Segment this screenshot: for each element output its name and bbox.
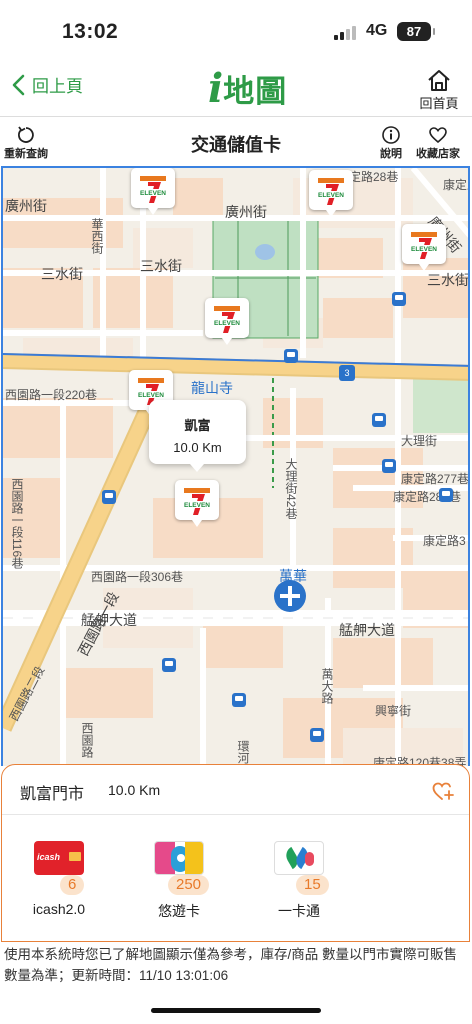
home-label: 回首頁 — [419, 96, 459, 111]
store-panel-header: 凱富門市 10.0 Km — [2, 765, 469, 815]
bus-stop-icon — [102, 490, 116, 504]
card-item-icash[interactable]: icash 6 icash2.0 — [14, 841, 104, 917]
street-label: 康定路3 — [423, 534, 466, 548]
back-label: 回上頁 — [32, 77, 83, 96]
store-pin-selected[interactable]: ELEVEN — [175, 480, 219, 527]
store-panel: 凱富門市 10.0 Km icash 6 icash2.0 250 悠遊卡 15… — [1, 764, 470, 942]
card-item-easycard[interactable]: 250 悠遊卡 — [134, 841, 224, 919]
svg-text:ELEVEN: ELEVEN — [411, 246, 437, 253]
street-label: 西園路一段306巷 — [91, 570, 184, 584]
app-logo: i 地圖 — [208, 66, 287, 111]
card-name: 一卡通 — [278, 903, 320, 919]
street-label: 大理街 — [401, 434, 438, 448]
svg-text:ELEVEN: ELEVEN — [318, 192, 344, 199]
chevron-left-icon — [12, 74, 25, 95]
status-time: 13:02 — [62, 20, 119, 43]
popup-store-name: 凱富 — [184, 418, 211, 433]
help-label: 說明 — [380, 148, 402, 160]
svg-text:ELEVEN: ELEVEN — [138, 392, 164, 399]
street-label: 西園路一段116巷 — [10, 478, 24, 570]
card-count: 15 — [296, 875, 329, 895]
seven-eleven-logo-icon: ELEVEN — [212, 306, 242, 333]
bus-stop-icon — [392, 292, 406, 306]
svg-text:ELEVEN: ELEVEN — [184, 502, 210, 509]
disclaimer-text: 使用本系統時您已了解地圖顯示僅為參考，庫存/商品 數量以門市實際可販售數量為準；… — [4, 947, 458, 983]
street-label: 西園路一段220巷 — [5, 388, 98, 402]
help-button[interactable]: 說明 — [380, 125, 402, 161]
store-distance: 10.0 Km — [108, 782, 161, 798]
battery-icon: 87 — [397, 22, 435, 41]
bus-stop-icon — [284, 349, 298, 363]
popup-distance: 10.0 Km — [173, 440, 222, 455]
bus-stop-icon — [372, 413, 386, 427]
store-pin[interactable]: ELEVEN — [205, 298, 249, 345]
seven-eleven-logo-icon: ELEVEN — [316, 178, 346, 205]
bus-stop-icon — [162, 658, 176, 672]
bus-stop-icon — [439, 488, 453, 502]
street-label: 康定路 — [443, 178, 468, 192]
card-count: 250 — [168, 875, 210, 895]
bus-stop-icon — [382, 459, 396, 473]
store-pin[interactable]: ELEVEN — [131, 168, 175, 215]
easycard-icon — [154, 841, 204, 875]
logo-text: 地圖 — [223, 74, 288, 109]
seven-eleven-logo-icon: ELEVEN — [138, 176, 168, 203]
metro-station-label: 龍山寺 — [191, 380, 233, 396]
svg-text:ELEVEN: ELEVEN — [140, 190, 166, 197]
store-pin[interactable]: ELEVEN — [309, 170, 353, 217]
home-icon — [428, 70, 450, 91]
logo-mark: i — [208, 64, 224, 112]
signal-icon — [334, 26, 356, 40]
street-label: 康定路277巷 — [401, 472, 470, 486]
street-label: 三水街 — [41, 266, 83, 282]
store-pin[interactable]: ELEVEN — [402, 224, 446, 271]
seven-eleven-logo-icon: ELEVEN — [409, 232, 439, 259]
favorite-stores-button[interactable]: 收藏店家 — [416, 125, 460, 161]
card-name: icash2.0 — [32, 901, 86, 917]
metro-station-icon — [274, 580, 306, 612]
street-label: 三水街 — [140, 258, 182, 274]
street-label: 廣州街 — [225, 204, 267, 220]
home-indicator — [151, 1008, 321, 1013]
network-type: 4G — [366, 22, 388, 39]
card-list: icash 6 icash2.0 250 悠遊卡 15 一卡通 — [2, 815, 469, 941]
map-view[interactable]: 康定路28巷 康定路 廣州街 廣州街 廣州街 三水街 三水街 三水街 華西街 西… — [1, 166, 470, 766]
street-label: 廣州街 — [5, 198, 47, 214]
store-popup[interactable]: 凱富 10.0 Km — [149, 400, 246, 472]
street-label: 萬大路 — [320, 668, 334, 704]
street-label: 艋舺大道 — [339, 622, 395, 638]
seven-eleven-logo-icon: ELEVEN — [182, 488, 212, 515]
home-button[interactable]: 回首頁 — [414, 68, 464, 112]
store-name: 凱富門市 — [20, 786, 85, 803]
map-base — [3, 168, 468, 766]
top-nav: 回上頁 i 地圖 回首頁 — [0, 62, 472, 116]
card-name: 悠遊卡 — [158, 903, 200, 919]
street-label: 西園路 — [80, 722, 94, 758]
toolbar: 重新查詢 交通儲值卡 說明 收藏店家 — [0, 116, 472, 166]
status-bar: 13:02 4G 87 — [0, 0, 472, 62]
street-label: 興寧街 — [375, 704, 412, 718]
street-label: 三水街 — [427, 272, 469, 288]
street-label: 華西街 — [90, 218, 104, 254]
card-item-ipass[interactable]: 15 一卡通 — [254, 841, 344, 919]
street-label: 環河 — [236, 740, 250, 764]
card-count: 6 — [60, 875, 85, 895]
svg-text:ELEVEN: ELEVEN — [214, 320, 240, 327]
ipass-card-icon — [274, 841, 324, 875]
street-label: 艋舺大道 — [81, 612, 137, 628]
bus-stop-icon — [310, 728, 324, 742]
bus-stop-icon — [232, 693, 246, 707]
back-button[interactable]: 回上頁 — [10, 72, 83, 97]
icash-card-icon: icash — [34, 841, 84, 875]
fav-label: 收藏店家 — [416, 148, 460, 160]
street-label: 大理街42巷 — [284, 458, 298, 520]
heart-icon — [429, 127, 447, 144]
highway-badge: 3 — [339, 365, 355, 381]
info-icon — [382, 126, 400, 144]
add-favorite-icon[interactable] — [431, 779, 455, 803]
